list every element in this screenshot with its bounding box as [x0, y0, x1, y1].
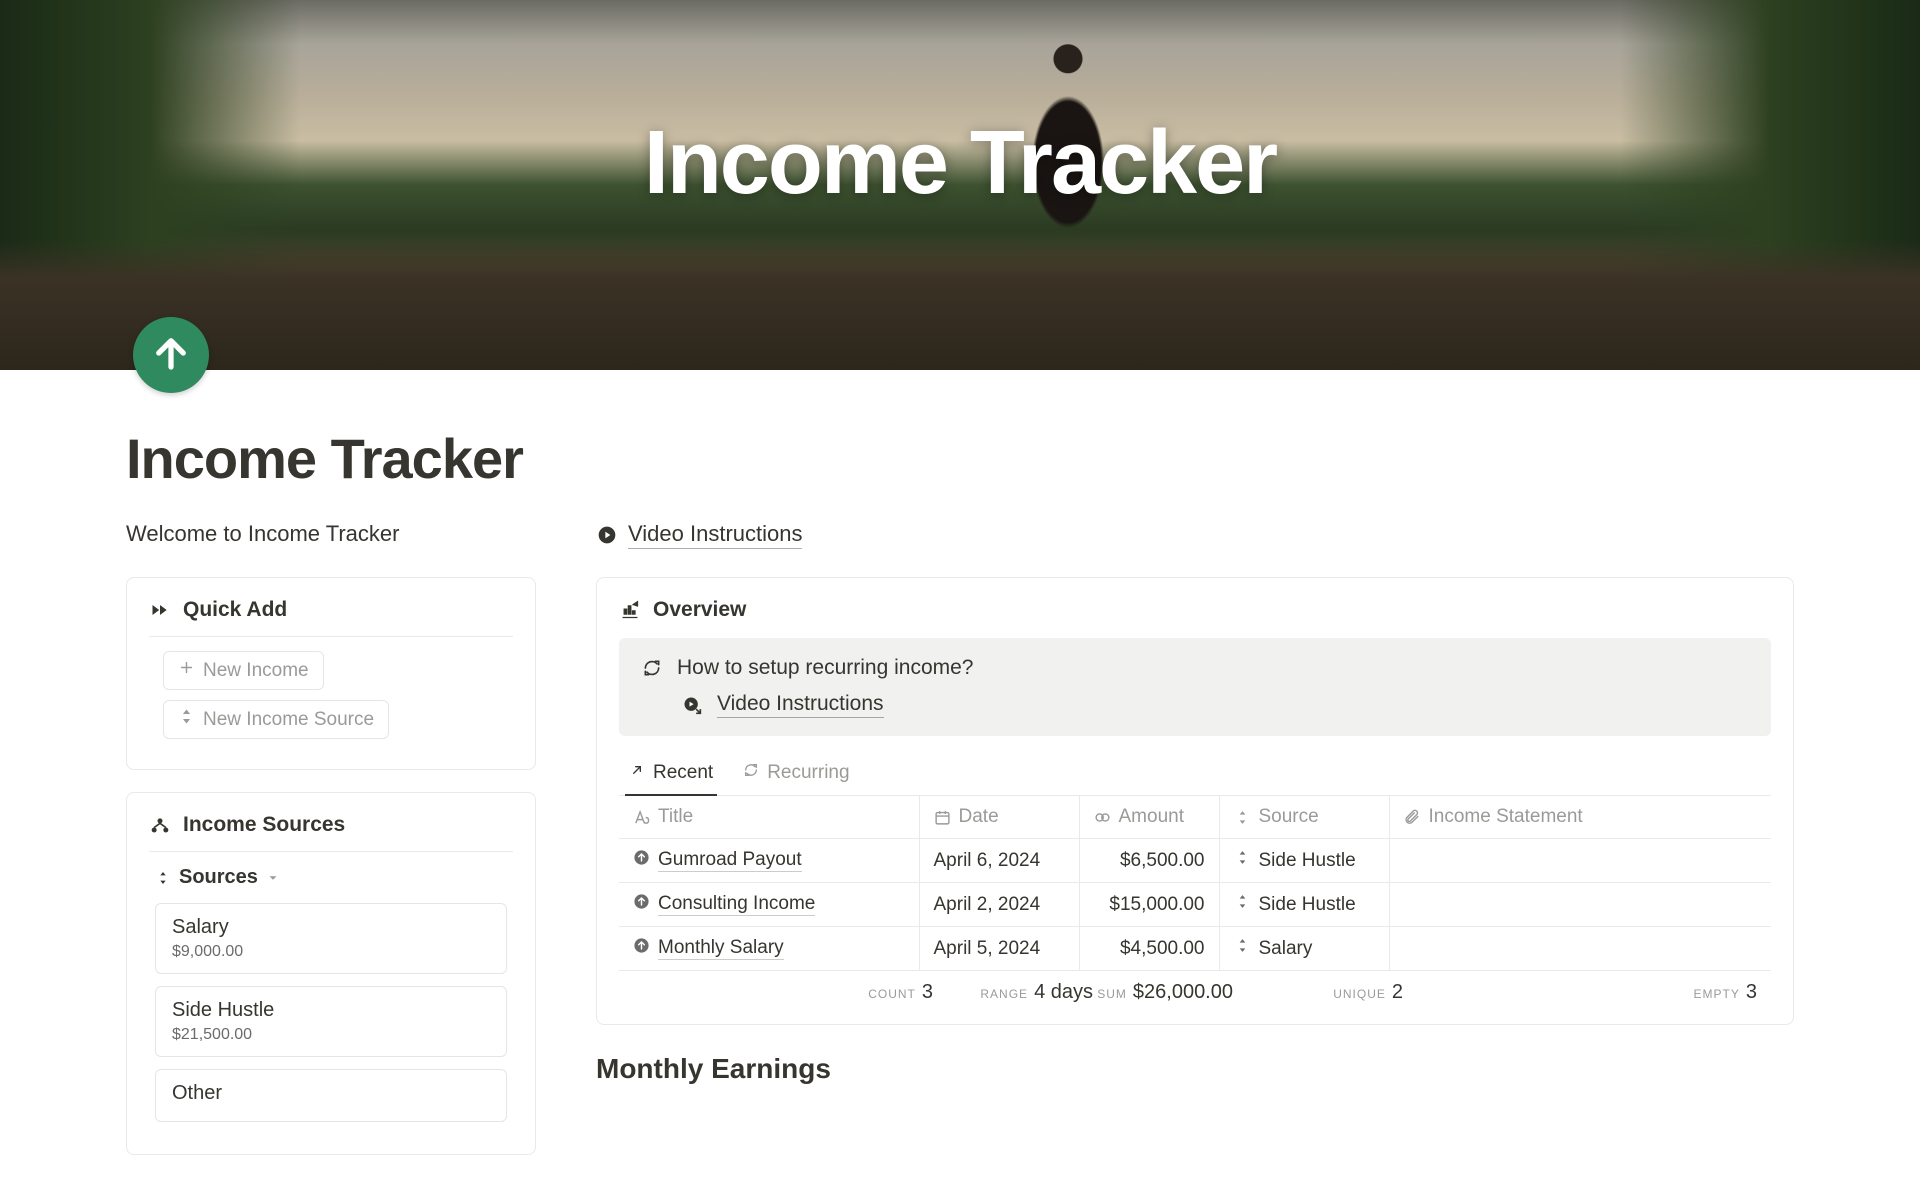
chevron-down-icon [266, 871, 280, 885]
new-income-source-label: New Income Source [203, 709, 374, 731]
play-share-icon [681, 694, 703, 716]
new-income-button[interactable]: New Income [163, 651, 324, 690]
tab-recent[interactable]: Recent [625, 754, 717, 796]
income-table: Title Date Amount Source [619, 796, 1771, 971]
recurring-help-callout: How to setup recurring income? Video Ins… [619, 638, 1771, 736]
cover-title: Income Tracker [0, 112, 1920, 215]
table-aggregations: COUNT 3 RANGE 4 days SUM $26,000.00 UNIQ… [619, 971, 1771, 1018]
row-title: Consulting Income [658, 893, 815, 916]
source-name: Salary [172, 916, 490, 939]
income-sources-heading: Income Sources [183, 813, 345, 837]
tab-recurring[interactable]: Recurring [739, 754, 853, 796]
source-tile[interactable]: Salary $9,000.00 [155, 903, 507, 974]
callout-video-link[interactable]: Video Instructions [717, 692, 884, 718]
source-amount: $21,500.00 [172, 1026, 490, 1044]
agg-empty-value: 3 [1746, 981, 1757, 1004]
currency-icon [1094, 809, 1111, 826]
calendar-icon [934, 809, 951, 826]
col-amount[interactable]: Amount [1079, 796, 1219, 839]
row-statement [1389, 839, 1771, 883]
col-title[interactable]: Title [619, 796, 919, 839]
chart-up-icon [619, 599, 641, 621]
arrow-up-circle-icon [633, 893, 650, 916]
fast-forward-icon [149, 599, 171, 621]
row-amount: $6,500.00 [1079, 839, 1219, 883]
monthly-earnings-heading: Monthly Earnings [596, 1053, 1794, 1085]
plus-icon [178, 659, 195, 682]
source-name: Other [172, 1082, 490, 1105]
row-source: Salary [1259, 938, 1313, 960]
arrow-out-icon [629, 762, 645, 784]
row-title: Gumroad Payout [658, 849, 802, 872]
tab-recurring-label: Recurring [767, 762, 849, 784]
new-income-source-button[interactable]: New Income Source [163, 700, 389, 739]
agg-unique-label: UNIQUE [1333, 987, 1386, 1001]
arrow-up-circle-icon [633, 937, 650, 960]
sort-icon [1234, 849, 1251, 872]
cover-image: Income Tracker [0, 0, 1920, 370]
callout-question: How to setup recurring income? [677, 656, 973, 680]
branches-icon [149, 814, 171, 836]
quick-add-heading: Quick Add [183, 598, 287, 622]
video-instructions-link[interactable]: Video Instructions [628, 521, 802, 549]
welcome-text: Welcome to Income Tracker [126, 521, 536, 549]
cover-decor-cliff [0, 240, 1920, 370]
row-date: April 6, 2024 [919, 839, 1079, 883]
source-name: Side Hustle [172, 999, 490, 1022]
play-circle-icon [596, 524, 618, 546]
col-statement[interactable]: Income Statement [1389, 796, 1771, 839]
agg-sum-value: $26,000.00 [1133, 981, 1233, 1004]
row-source: Side Hustle [1259, 850, 1356, 872]
sources-view-selector[interactable]: Sources [155, 866, 507, 889]
table-row[interactable]: Consulting Income April 2, 2024$15,000.00… [619, 883, 1771, 927]
col-date[interactable]: Date [919, 796, 1079, 839]
tab-recent-label: Recent [653, 762, 713, 784]
agg-range-value: 4 days [1034, 981, 1093, 1004]
sources-view-label: Sources [179, 866, 258, 889]
text-icon [633, 809, 650, 826]
source-tile[interactable]: Side Hustle $21,500.00 [155, 986, 507, 1057]
row-amount: $4,500.00 [1079, 927, 1219, 971]
page-icon[interactable] [133, 317, 209, 393]
source-amount: $9,000.00 [172, 943, 490, 961]
quick-add-card: Quick Add New Income New Income Source [126, 577, 536, 770]
new-income-label: New Income [203, 660, 309, 682]
agg-unique-value: 2 [1392, 981, 1403, 1004]
row-statement [1389, 927, 1771, 971]
agg-empty-label: EMPTY [1694, 987, 1740, 1001]
col-source[interactable]: Source [1219, 796, 1389, 839]
table-row[interactable]: Gumroad Payout April 6, 2024$6,500.00 Side… [619, 839, 1771, 883]
row-amount: $15,000.00 [1079, 883, 1219, 927]
agg-sum-label: SUM [1097, 987, 1127, 1001]
income-sources-card: Income Sources Sources Salary $9,000.00 Si… [126, 792, 536, 1155]
source-tile[interactable]: Other [155, 1069, 507, 1122]
row-title: Monthly Salary [658, 937, 784, 960]
table-row[interactable]: Monthly Salary April 5, 2024$4,500.00 Sala… [619, 927, 1771, 971]
arrow-up-icon [150, 332, 192, 379]
row-source: Side Hustle [1259, 894, 1356, 916]
page-title: Income Tracker [126, 426, 1794, 491]
sort-icon [178, 708, 195, 731]
agg-count-value: 3 [922, 981, 933, 1004]
refresh-icon [743, 762, 759, 784]
row-date: April 2, 2024 [919, 883, 1079, 927]
agg-range-label: RANGE [980, 987, 1028, 1001]
agg-count-label: COUNT [868, 987, 916, 1001]
overview-card: Overview How to setup recurring income? … [596, 577, 1794, 1025]
overview-heading: Overview [653, 598, 746, 622]
arrow-up-circle-icon [633, 849, 650, 872]
sort-icon [1234, 809, 1251, 826]
sort-icon [1234, 937, 1251, 960]
row-statement [1389, 883, 1771, 927]
paperclip-icon [1404, 809, 1421, 826]
sort-icon [1234, 893, 1251, 916]
overview-tabs: Recent Recurring [619, 754, 1771, 796]
row-date: April 5, 2024 [919, 927, 1079, 971]
refresh-icon [641, 657, 663, 679]
